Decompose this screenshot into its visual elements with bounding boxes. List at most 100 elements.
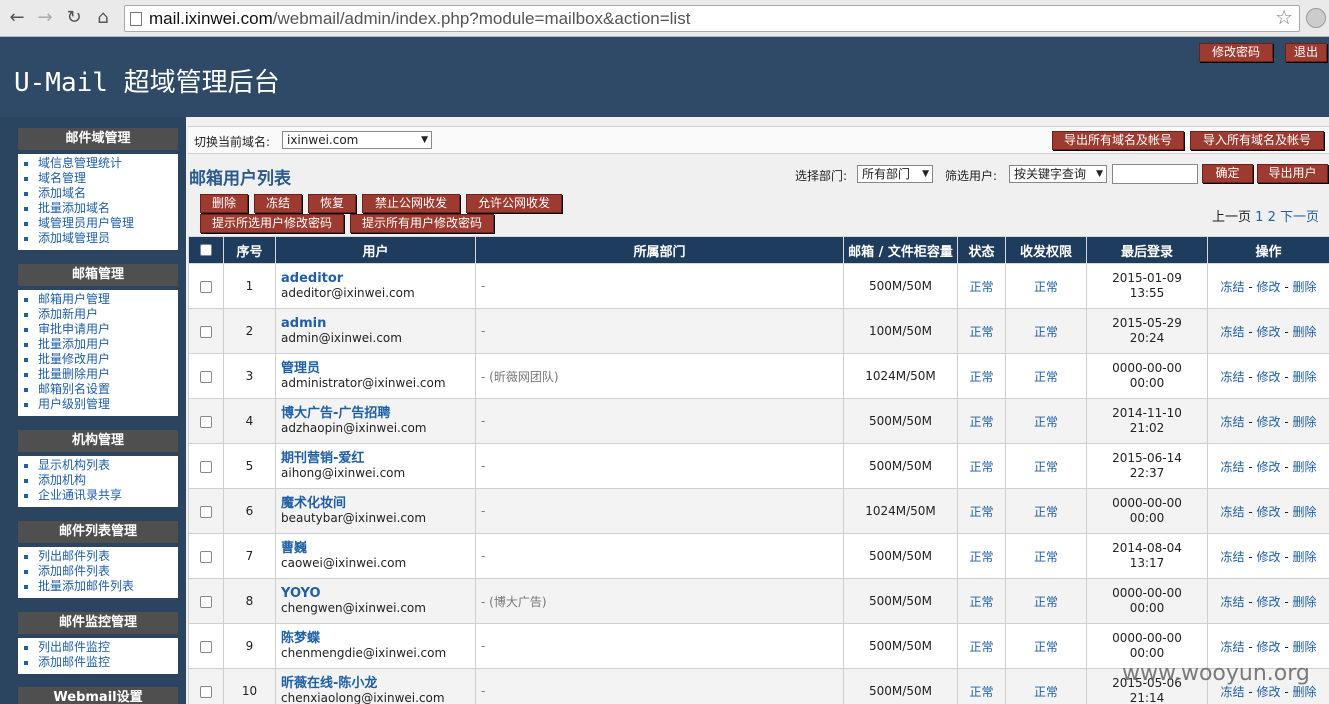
delete-link[interactable]: 删除	[1293, 370, 1317, 384]
change-password-button[interactable]: 修改密码	[1199, 43, 1273, 62]
import-all-domains-button[interactable]: 导入所有域名及帐号	[1190, 131, 1324, 150]
extension-icon[interactable]	[1306, 8, 1326, 28]
edit-link[interactable]: 修改	[1256, 415, 1280, 429]
edit-link[interactable]: 修改	[1256, 685, 1280, 699]
restore-button[interactable]: 恢复	[308, 194, 356, 213]
user-name-link[interactable]: 博大广告-广告招聘	[281, 406, 475, 421]
edit-link[interactable]: 修改	[1256, 370, 1280, 384]
delete-button[interactable]: 删除	[200, 194, 248, 213]
user-name-link[interactable]: admin	[281, 316, 475, 331]
row-checkbox[interactable]	[200, 505, 212, 518]
user-name-link[interactable]: YOYO	[281, 586, 475, 601]
row-checkbox[interactable]	[200, 415, 212, 428]
edit-link[interactable]: 修改	[1256, 280, 1280, 294]
row-checkbox[interactable]	[200, 685, 212, 698]
sidebar-item[interactable]: 显示机构列表	[38, 458, 178, 473]
sidebar-item[interactable]: 批量添加域名	[38, 201, 178, 216]
filter-select[interactable]: 按关键字查询 ▼	[1009, 165, 1107, 183]
sidebar-item[interactable]: 域名管理	[38, 171, 178, 186]
sidebar-item[interactable]: 列出邮件列表	[38, 549, 178, 564]
freeze-link[interactable]: 冻结	[1220, 550, 1244, 564]
sidebar-item[interactable]: 域管理员用户管理	[38, 216, 178, 231]
confirm-button[interactable]: 确定	[1202, 164, 1253, 183]
sidebar-item[interactable]: 邮箱用户管理	[38, 292, 178, 307]
sidebar-item[interactable]: 企业通讯录共享	[38, 488, 178, 503]
pager-prev[interactable]: 上一页	[1212, 210, 1251, 225]
delete-link[interactable]: 删除	[1293, 415, 1317, 429]
user-name-link[interactable]: 曹巍	[281, 541, 475, 556]
sidebar-item[interactable]: 添加邮件监控	[38, 655, 178, 670]
notify-selected-password-button[interactable]: 提示所选用户修改密码	[200, 214, 344, 233]
user-name-link[interactable]: adeditor	[281, 271, 475, 286]
row-checkbox[interactable]	[200, 460, 212, 473]
row-checkbox[interactable]	[200, 640, 212, 653]
block-public-mail-button[interactable]: 禁止公网收发	[362, 194, 460, 213]
sidebar-item[interactable]: 添加机构	[38, 473, 178, 488]
sidebar-item[interactable]: 添加域管理员	[38, 231, 178, 246]
delete-link[interactable]: 删除	[1293, 460, 1317, 474]
sidebar-item[interactable]: 邮箱别名设置	[38, 382, 178, 397]
dept-select[interactable]: 所有部门 ▼	[857, 165, 933, 183]
freeze-link[interactable]: 冻结	[1220, 640, 1244, 654]
sidebar-item[interactable]: 列出邮件监控	[38, 640, 178, 655]
freeze-link[interactable]: 冻结	[1220, 685, 1244, 699]
sidebar-item[interactable]: 批量修改用户	[38, 352, 178, 367]
freeze-link[interactable]: 冻结	[1220, 505, 1244, 519]
sidebar-item[interactable]: 批量删除用户	[38, 367, 178, 382]
sidebar-item[interactable]: 添加新用户	[38, 307, 178, 322]
user-name-link[interactable]: 管理员	[281, 361, 475, 376]
delete-link[interactable]: 删除	[1293, 640, 1317, 654]
user-name-link[interactable]: 昕薇在线-陈小龙	[281, 676, 475, 691]
user-name-link[interactable]: 魔术化妆间	[281, 496, 475, 511]
back-arrow-icon[interactable]: ←	[6, 7, 28, 29]
delete-link[interactable]: 删除	[1293, 550, 1317, 564]
edit-link[interactable]: 修改	[1256, 325, 1280, 339]
pager-page-2[interactable]: 2	[1268, 210, 1276, 225]
freeze-link[interactable]: 冻结	[1220, 280, 1244, 294]
freeze-link[interactable]: 冻结	[1220, 460, 1244, 474]
freeze-link[interactable]: 冻结	[1220, 415, 1244, 429]
pager-next[interactable]: 下一页	[1280, 210, 1319, 225]
delete-link[interactable]: 删除	[1293, 505, 1317, 519]
freeze-button[interactable]: 冻结	[254, 194, 302, 213]
export-all-domains-button[interactable]: 导出所有域名及帐号	[1052, 131, 1184, 150]
address-bar[interactable]: mail.ixinwei.com/webmail/admin/index.php…	[124, 5, 1300, 32]
user-name-link[interactable]: 期刊营销-爱红	[281, 451, 475, 466]
row-checkbox[interactable]	[200, 595, 212, 608]
edit-link[interactable]: 修改	[1256, 550, 1280, 564]
logout-button[interactable]: 退出	[1285, 43, 1327, 62]
edit-link[interactable]: 修改	[1256, 460, 1280, 474]
sidebar-item[interactable]: 批量添加用户	[38, 337, 178, 352]
row-checkbox[interactable]	[200, 325, 212, 338]
domain-select[interactable]: ixinwei.com ▼	[282, 131, 432, 149]
allow-public-mail-button[interactable]: 允许公网收发	[466, 194, 562, 213]
row-checkbox[interactable]	[200, 280, 212, 293]
sidebar-item[interactable]: 用户级别管理	[38, 397, 178, 412]
freeze-link[interactable]: 冻结	[1220, 370, 1244, 384]
delete-link[interactable]: 删除	[1293, 595, 1317, 609]
home-icon[interactable]: ⌂	[92, 7, 114, 29]
delete-link[interactable]: 删除	[1293, 685, 1317, 699]
freeze-link[interactable]: 冻结	[1220, 325, 1244, 339]
row-checkbox[interactable]	[200, 550, 212, 563]
export-users-button[interactable]: 导出用户	[1257, 164, 1328, 183]
sidebar-item[interactable]: 添加域名	[38, 186, 178, 201]
search-input[interactable]	[1112, 164, 1198, 184]
user-name-link[interactable]: 陈梦蝶	[281, 631, 475, 646]
sidebar-item[interactable]: 添加邮件列表	[38, 564, 178, 579]
select-all-checkbox[interactable]	[200, 244, 212, 256]
delete-link[interactable]: 删除	[1293, 280, 1317, 294]
bookmark-star-icon[interactable]: ☆	[1275, 6, 1293, 31]
edit-link[interactable]: 修改	[1256, 640, 1280, 654]
edit-link[interactable]: 修改	[1256, 595, 1280, 609]
pager-page-1[interactable]: 1	[1255, 210, 1263, 225]
forward-arrow-icon[interactable]: →	[34, 7, 56, 29]
sidebar-item[interactable]: 审批申请用户	[38, 322, 178, 337]
sidebar-item[interactable]: 批量添加邮件列表	[38, 579, 178, 594]
reload-icon[interactable]: ↻	[63, 7, 85, 29]
sidebar-item[interactable]: 域信息管理统计	[38, 156, 178, 171]
notify-all-password-button[interactable]: 提示所有用户修改密码	[350, 214, 494, 233]
delete-link[interactable]: 删除	[1293, 325, 1317, 339]
edit-link[interactable]: 修改	[1256, 505, 1280, 519]
row-checkbox[interactable]	[200, 370, 212, 383]
